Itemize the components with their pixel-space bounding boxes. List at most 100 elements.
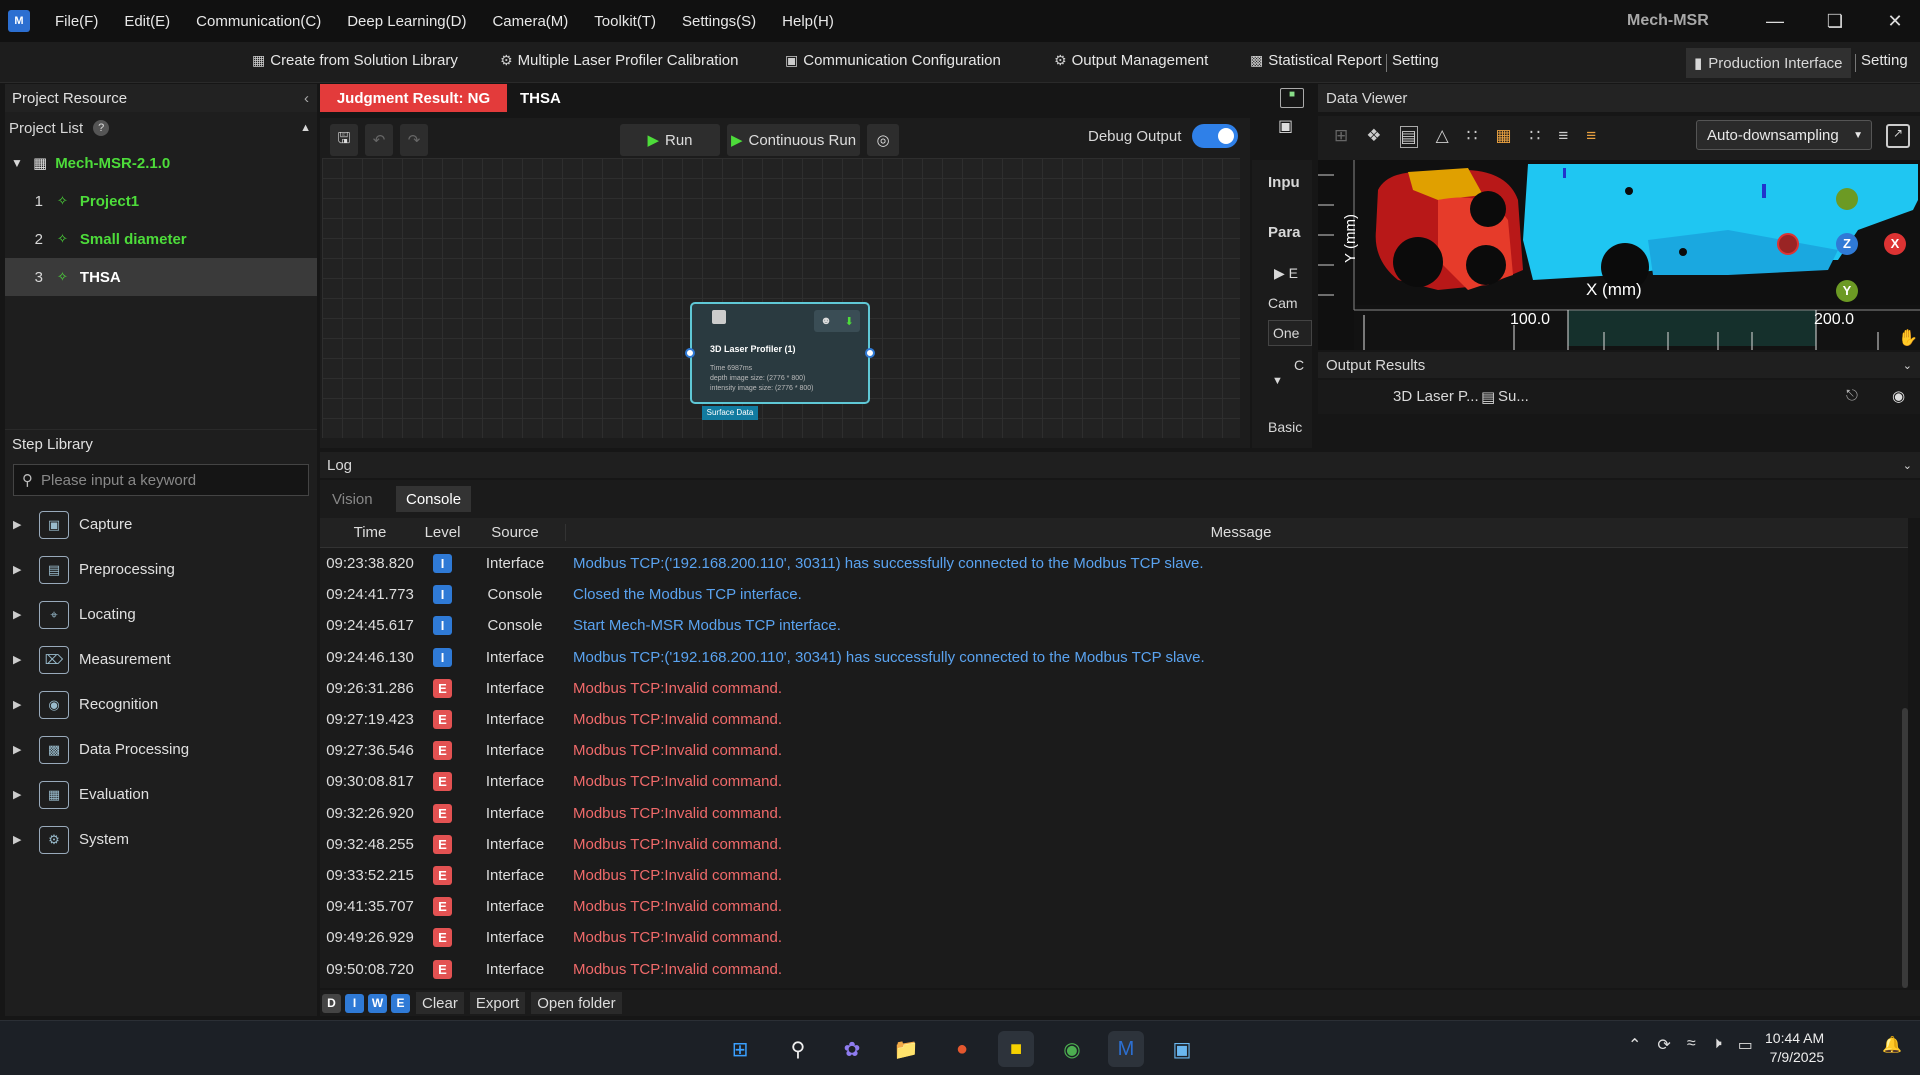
downsampling-select[interactable]: Auto-downsampling ▼	[1696, 120, 1872, 150]
menu-item[interactable]: Communication(C)	[183, 13, 334, 30]
image-settings-icon[interactable]: ■	[1280, 88, 1304, 108]
notification-icon[interactable]: 🔔	[1882, 1035, 1902, 1055]
log-row[interactable]: 09:24:41.773 I Console Closed the Modbus TC…	[320, 579, 1908, 610]
expand-arrow-icon[interactable]: ▶	[5, 833, 25, 846]
sticky-notes-icon[interactable]: ■	[998, 1031, 1034, 1067]
copilot-icon[interactable]: ✿	[834, 1031, 870, 1067]
menu-item[interactable]: Settings(S)	[669, 13, 769, 30]
powerpoint-icon[interactable]: ●	[944, 1031, 980, 1067]
menu-item[interactable]: Help(H)	[769, 13, 847, 30]
open-folder-button[interactable]: Open folder	[531, 992, 622, 1014]
output-port[interactable]	[865, 348, 875, 358]
output-result-row[interactable]: 3D Laser P... ▤ Su... ⎋ ◉	[1318, 380, 1920, 414]
log-row[interactable]: 09:26:31.286 E Interface Modbus TCP:Invalid…	[320, 673, 1908, 704]
log-row[interactable]: 09:50:08.720 E Interface Modbus TCP:Invalid…	[320, 953, 1908, 984]
project-item[interactable]: 2 ✧ Small diameter	[5, 220, 317, 258]
mech-msr-icon[interactable]: M	[1108, 1031, 1144, 1067]
pin-icon[interactable]: ⎋	[1846, 387, 1858, 404]
chevron-up-icon[interactable]: ⌃	[1628, 1035, 1641, 1055]
2d-view-icon[interactable]: ⊞	[1334, 126, 1348, 148]
step-category[interactable]: ▶ ▩ Data Processing	[5, 727, 317, 772]
expand-arrow-icon[interactable]: ▶	[5, 788, 25, 801]
dots-icon[interactable]: ∷	[1530, 126, 1541, 148]
log-scrollbar[interactable]	[1902, 708, 1908, 988]
communication-config-button[interactable]: ▣ Communication Configuration	[785, 52, 1001, 69]
step-search-input[interactable]: ⚲ Please input a keyword	[13, 464, 309, 496]
camera-capture-icon[interactable]: ▣	[1278, 116, 1308, 146]
log-row[interactable]: 09:27:36.546 E Interface Modbus TCP:Invalid…	[320, 735, 1908, 766]
log-filter-d[interactable]: D	[322, 993, 341, 1013]
log-row[interactable]: 09:49:26.929 E Interface Modbus TCP:Invalid…	[320, 922, 1908, 953]
collapse-icon[interactable]: ‹	[304, 90, 309, 107]
log-filter-i[interactable]: I	[345, 993, 364, 1013]
sync-icon[interactable]: ⟳	[1657, 1035, 1670, 1055]
col-level[interactable]: Level	[420, 524, 465, 541]
production-setting-button[interactable]: Setting	[1861, 52, 1908, 69]
step-category[interactable]: ▶ ⚙ System	[5, 817, 317, 862]
chrome-icon[interactable]: ◉	[1054, 1031, 1090, 1067]
depth-map-icon[interactable]: ▤	[1399, 126, 1418, 148]
project-root[interactable]: ▼ ▦ Mech-MSR-2.1.0	[5, 144, 317, 182]
col-time[interactable]: Time	[320, 524, 420, 541]
clock[interactable]: 10:44 AM 7/9/2025	[1765, 1029, 1824, 1067]
colormap-icon[interactable]: ▦	[1495, 126, 1511, 148]
expand-arrow-icon[interactable]: ▶	[5, 698, 25, 711]
log-row[interactable]: 09:24:46.130 I Interface Modbus TCP:('192.1…	[320, 642, 1908, 673]
tab-vision[interactable]: Vision	[322, 486, 383, 512]
expand-arrow-icon[interactable]: ▶	[5, 653, 25, 666]
expand-icon[interactable]: ▼	[5, 156, 29, 170]
step-category[interactable]: ▶ ◉ Recognition	[5, 682, 317, 727]
menu-item[interactable]: File(F)	[42, 13, 111, 30]
param-group-e[interactable]: ▶ E	[1274, 265, 1298, 282]
file-explorer-icon[interactable]: 📁	[888, 1031, 924, 1067]
debug-output-toggle[interactable]	[1192, 124, 1238, 148]
log-filter-e[interactable]: E	[391, 993, 410, 1013]
statistical-report-button[interactable]: ▩ Statistical Report	[1250, 52, 1382, 69]
surface-data-port-label[interactable]: Surface Data	[702, 406, 758, 420]
depth-image-view[interactable]: Y (mm) X (mm) 100.0 200.0 Z X Y ✋	[1318, 160, 1920, 350]
expand-arrow-icon[interactable]: ▶	[5, 743, 25, 756]
step-category[interactable]: ▶ ▤ Preprocessing	[5, 547, 317, 592]
color-layers-icon[interactable]: ≡	[1586, 126, 1596, 148]
menu-item[interactable]: Toolkit(T)	[581, 13, 669, 30]
maximize-icon[interactable]: ❏	[1815, 6, 1855, 36]
triangle-up-icon[interactable]: ▲	[300, 122, 311, 134]
tab-console[interactable]: Console	[396, 486, 472, 512]
log-row[interactable]: 09:32:26.920 E Interface Modbus TCP:Invalid…	[320, 798, 1908, 829]
output-management-button[interactable]: ⚙ Output Management	[1054, 52, 1208, 69]
axis-x-icon[interactable]: X	[1884, 233, 1906, 255]
step-category[interactable]: ▶ ⌖ Locating	[5, 592, 317, 637]
basic-tab[interactable]: Basic	[1268, 419, 1302, 435]
settings-circle-icon[interactable]: ◎	[867, 124, 899, 156]
3d-view-icon[interactable]: ❖	[1366, 126, 1381, 148]
undo-icon[interactable]: ↶	[365, 124, 393, 156]
capture-mode-select[interactable]: One	[1268, 320, 1312, 346]
input-tab[interactable]: Inpu	[1268, 174, 1300, 191]
point-grid-icon[interactable]: ∷	[1467, 126, 1478, 148]
minimize-icon[interactable]: —	[1755, 6, 1795, 36]
log-row[interactable]: 09:30:08.817 E Interface Modbus TCP:Invalid…	[320, 766, 1908, 797]
project-item[interactable]: 3 ✧ THSA	[5, 258, 317, 296]
log-row[interactable]: 09:41:35.707 E Interface Modbus TCP:Invalid…	[320, 891, 1908, 922]
battery-icon[interactable]: ▭	[1738, 1035, 1753, 1055]
search-icon[interactable]: ⚲	[780, 1031, 816, 1067]
create-solution-button[interactable]: ▦ Create from Solution Library	[252, 52, 458, 69]
profile-icon[interactable]: △	[1436, 126, 1449, 148]
volume-icon[interactable]: 🕨	[1712, 1035, 1722, 1055]
help-icon[interactable]: ?	[93, 120, 110, 136]
run-button[interactable]: ▶ Run	[620, 124, 720, 156]
eye-icon[interactable]: ◉	[1892, 387, 1905, 405]
log-filter-w[interactable]: W	[368, 993, 387, 1013]
expand-arrow-icon[interactable]: ▶	[5, 563, 25, 576]
step-category[interactable]: ▶ ⌦ Measurement	[5, 637, 317, 682]
clear-button[interactable]: Clear	[416, 992, 464, 1014]
collapse-arrow-icon[interactable]: ▼	[1272, 375, 1283, 387]
multi-laser-calibration-button[interactable]: ⚙ Multiple Laser Profiler Calibration	[500, 52, 739, 69]
step-category[interactable]: ▶ ▦ Evaluation	[5, 772, 317, 817]
setting-button[interactable]: Setting	[1392, 52, 1439, 69]
export-button[interactable]: Export	[469, 992, 526, 1014]
step-node-3d-laser-profiler[interactable]: ☻ ⬇ 3D Laser Profiler (1) Time 6987ms dep…	[685, 302, 875, 404]
wifi-icon[interactable]: ≈	[1687, 1035, 1696, 1055]
log-row[interactable]: 09:23:38.820 I Interface Modbus TCP:('192.1…	[320, 548, 1908, 579]
close-icon[interactable]: ✕	[1875, 6, 1915, 36]
